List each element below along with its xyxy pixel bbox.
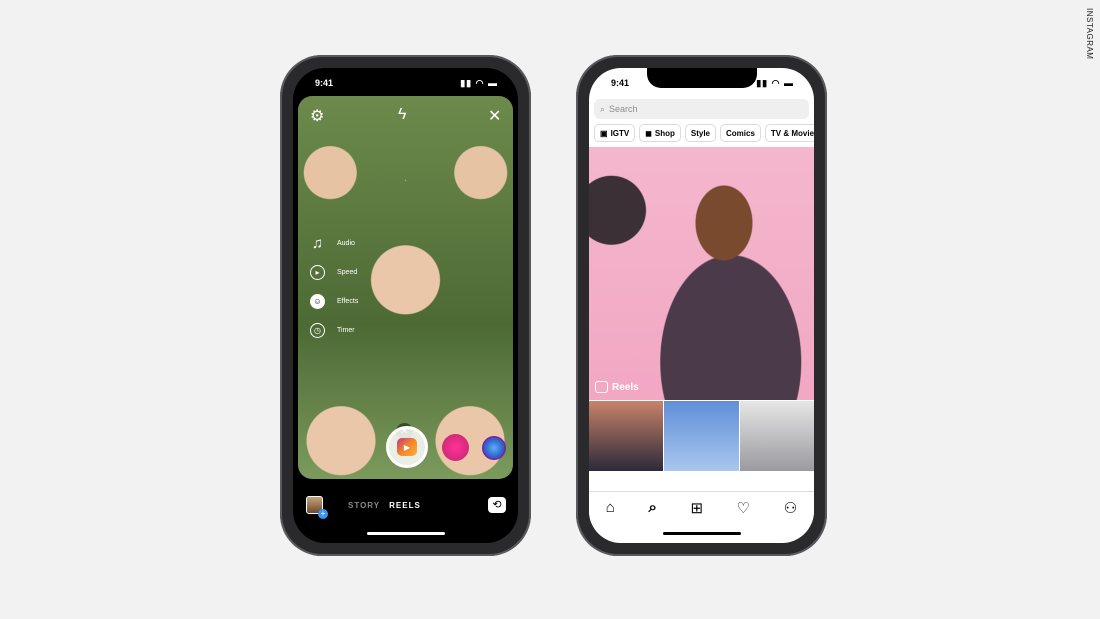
search-icon: ⌕ bbox=[600, 103, 606, 114]
chip-label: TV & Movie bbox=[770, 128, 814, 138]
chip-comics[interactable]: Comics bbox=[720, 124, 761, 142]
profile-icon[interactable]: ⚇ bbox=[784, 499, 797, 517]
instagram-watermark: INSTAGRAM bbox=[1085, 8, 1094, 60]
mode-story[interactable]: STORY bbox=[348, 501, 380, 510]
reels-icon bbox=[595, 381, 608, 393]
status-time: 9:41 bbox=[611, 78, 630, 88]
timer-label: Timer bbox=[337, 327, 355, 334]
search-input[interactable]: ⌕ Search bbox=[594, 99, 809, 119]
featured-reel[interactable]: Reels bbox=[589, 147, 814, 400]
effect-sparkle-button[interactable] bbox=[442, 434, 469, 461]
speed-icon: ▸ bbox=[310, 265, 325, 280]
home-icon[interactable]: ⌂ bbox=[606, 499, 615, 516]
reels-label-text: Reels bbox=[612, 381, 639, 393]
effect-bubble-button[interactable] bbox=[484, 438, 504, 458]
reels-icon: ▶ bbox=[397, 438, 417, 456]
gallery-thumbnail[interactable]: + bbox=[306, 496, 328, 519]
effects-tool[interactable]: ☺ Effects bbox=[310, 294, 358, 309]
category-chips: ▣ IGTV ◼ Shop Style Comics TV & Movie bbox=[594, 124, 814, 142]
chip-tv-movies[interactable]: TV & Movie bbox=[764, 124, 814, 142]
timer-icon: ◷ bbox=[310, 323, 325, 338]
igtv-icon: ▣ bbox=[600, 128, 608, 138]
right-phone: 9:41 ▮▮ ◠ ▬ ⌕ Search ▣ IGTV ◼ Shop Style C… bbox=[576, 55, 827, 556]
home-indicator bbox=[366, 532, 445, 535]
home-indicator bbox=[662, 532, 741, 535]
status-bar: 9:41 ▮▮ ◠ ▬ bbox=[315, 78, 498, 89]
mode-reels[interactable]: REELS bbox=[389, 501, 421, 510]
explore-grid bbox=[589, 401, 814, 491]
add-icon: + bbox=[318, 509, 328, 519]
camera-bottom-bar: + STORY REELS ⟲ bbox=[293, 495, 518, 519]
chip-label: Style bbox=[690, 128, 710, 138]
chip-label: IGTV bbox=[610, 128, 630, 138]
grid-thumbnail[interactable] bbox=[664, 401, 739, 471]
effects-label: Effects bbox=[337, 298, 359, 305]
chip-shop[interactable]: ◼ Shop bbox=[639, 124, 681, 142]
status-bar: 9:41 ▮▮ ◠ ▬ bbox=[611, 78, 794, 89]
shop-bag-icon: ◼ bbox=[645, 128, 652, 138]
grid-thumbnail[interactable] bbox=[589, 401, 664, 471]
audio-tool[interactable]: ♫ Audio bbox=[310, 235, 355, 252]
smiley-icon: ☺ bbox=[310, 294, 325, 309]
chip-label: Comics bbox=[726, 128, 755, 138]
search-placeholder: Search bbox=[609, 104, 638, 114]
record-button[interactable]: ▶ bbox=[386, 426, 428, 468]
mode-switcher: STORY REELS bbox=[348, 501, 421, 510]
close-icon[interactable]: ✕ bbox=[488, 106, 501, 126]
timer-tool[interactable]: ◷ Timer bbox=[310, 323, 355, 338]
heart-icon[interactable]: ♡ bbox=[737, 499, 750, 517]
settings-icon[interactable]: ⚙ bbox=[310, 106, 324, 126]
signal-wifi-battery-icon: ▮▮ ◠ ▬ bbox=[460, 78, 498, 88]
chip-label: Shop bbox=[654, 128, 675, 138]
speed-label: Speed bbox=[337, 269, 358, 276]
reels-label: Reels bbox=[595, 381, 639, 393]
flash-auto-icon[interactable]: ϟ bbox=[398, 106, 406, 124]
status-time: 9:41 bbox=[315, 78, 334, 88]
speed-tool[interactable]: ▸ Speed bbox=[310, 265, 357, 280]
flip-camera-icon[interactable]: ⟲ bbox=[488, 497, 506, 513]
bottom-tab-bar: ⌂ ⌕ ⊞ ♡ ⚇ bbox=[589, 491, 814, 523]
explore-screen: 9:41 ▮▮ ◠ ▬ ⌕ Search ▣ IGTV ◼ Shop Style C… bbox=[589, 68, 814, 543]
signal-wifi-battery-icon: ▮▮ ◠ ▬ bbox=[756, 78, 794, 88]
chip-igtv[interactable]: ▣ IGTV bbox=[594, 124, 636, 142]
chip-style[interactable]: Style bbox=[684, 124, 716, 142]
camera-preview: ⚙ ϟ ✕ ♫Audio ▸Speed ☺Effects ◷Timer ✕ ▶ bbox=[298, 96, 513, 479]
reels-camera-screen: 9:41 ▮▮ ◠ ▬ ⚙ ϟ ✕ ♫ Audio ▸ Speed ☺ Effects… bbox=[293, 68, 518, 543]
grid-thumbnail[interactable] bbox=[739, 401, 814, 471]
audio-label: Audio bbox=[337, 240, 355, 247]
search-icon[interactable]: ⌕ bbox=[648, 499, 656, 516]
left-phone: 9:41 ▮▮ ◠ ▬ ⚙ ϟ ✕ ♫ Audio ▸ Speed ☺ Effects… bbox=[280, 55, 531, 556]
music-note-icon: ♫ bbox=[311, 235, 324, 252]
new-post-icon[interactable]: ⊞ bbox=[690, 499, 703, 517]
